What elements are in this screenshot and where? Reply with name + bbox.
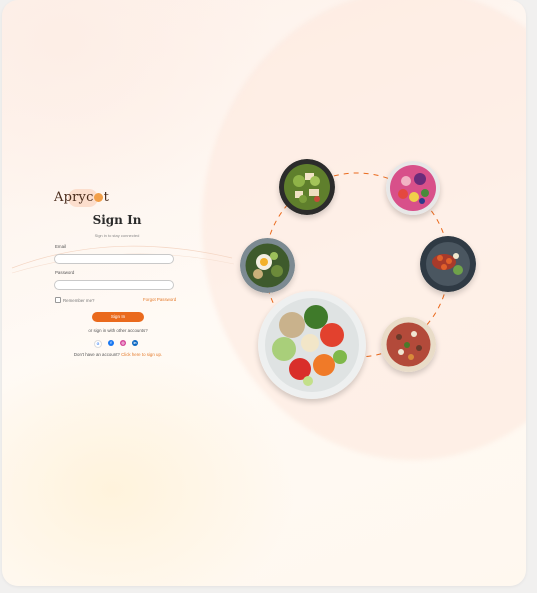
egg-grain-bowl-image [240,238,295,293]
veggie-bowl-image [258,291,366,399]
salad-bowl-image [279,159,335,215]
pizza-image [381,317,436,372]
shrimp-plate-image [420,236,476,292]
smoothie-bowl-image [386,161,440,215]
login-card: Apryc t Sign In Sign in to stay connected… [2,0,526,586]
dashed-ring [264,172,450,358]
